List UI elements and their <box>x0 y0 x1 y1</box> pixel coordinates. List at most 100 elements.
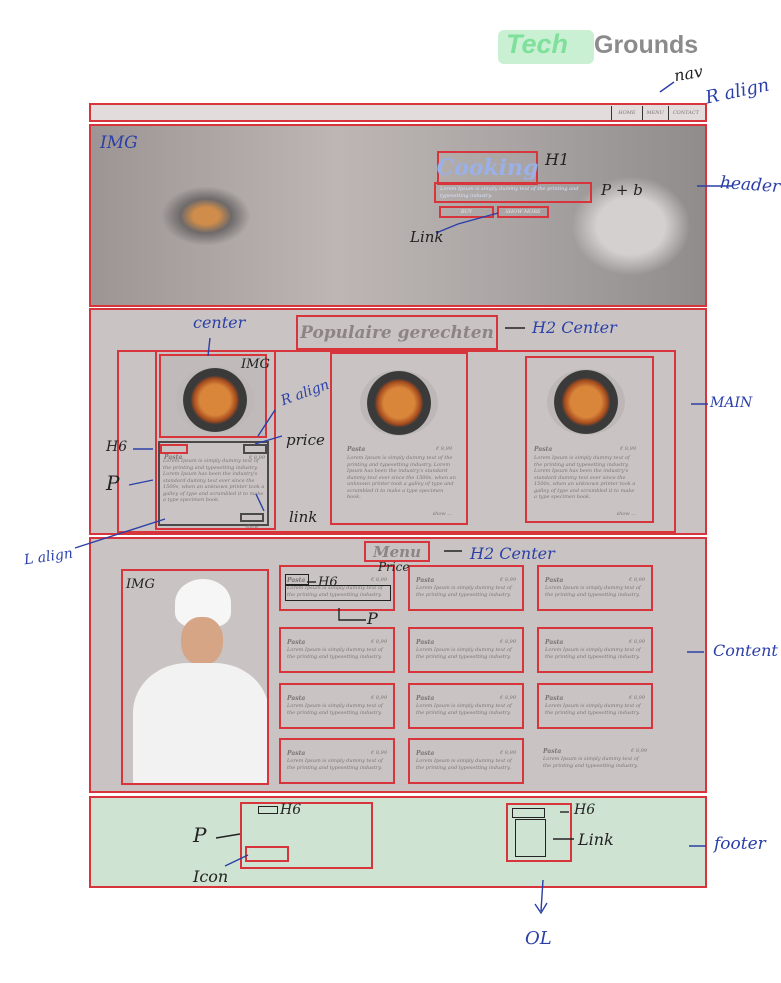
menu-item: Pasta € 8,99 Lorem Ipsum is simply dummy t… <box>537 683 653 729</box>
pasta-bowl-image <box>360 370 438 436</box>
logo-grounds: Grounds <box>594 31 699 59</box>
annotation-link-header: Link <box>410 228 444 246</box>
menu-item-title: Pasta <box>543 748 562 755</box>
menu-item-price: € 8,99 <box>500 695 516 701</box>
chef-image <box>121 569 269 785</box>
menu-h6-sketch-box <box>285 574 309 585</box>
card-1-body: Pasta € 8,99 Lorem Ipsum is simply dummy… <box>158 441 269 530</box>
annotation-content: Content <box>713 641 778 660</box>
annotation-h6-footer-2: H6 <box>574 802 596 818</box>
footer-h6-placeholder <box>258 806 278 814</box>
annotation-footer: footer <box>714 834 766 854</box>
menu-item-title: Pasta <box>416 750 435 757</box>
card-2: Pasta € 8,99 Lorem Ipsum is simply dummy… <box>330 352 468 525</box>
menu-item-text: Lorem Ipsum is simply dummy text of the … <box>416 758 512 771</box>
menu-item-title: Pasta <box>287 695 306 702</box>
main-heading: Populaire gerechten <box>296 315 498 350</box>
card-2-title: Pasta <box>347 446 366 453</box>
menu-p-sketch-box <box>285 585 391 601</box>
annotation-p: P <box>106 471 120 495</box>
menu-item-text: Lorem Ipsum is simply dummy text of the … <box>416 647 512 660</box>
header-section: Cooking Lorem Ipsum is simply dummy text… <box>89 124 707 307</box>
annotation-link-card: link <box>289 508 318 526</box>
card-1-show-link[interactable]: show <box>240 513 264 530</box>
annotation-h2-center-main: H2 Center <box>532 318 617 337</box>
menu-item-price: € 8,99 <box>631 748 647 754</box>
header-background-image <box>161 186 251 246</box>
menu-item-text: Lorem Ipsum is simply dummy text of the … <box>287 647 383 660</box>
card-2-price: € 8,99 <box>436 446 452 452</box>
menu-item-price: € 8,99 <box>500 639 516 645</box>
annotation-h2-center-menu: H2 Center <box>470 544 555 563</box>
menu-item-title: Pasta <box>545 695 564 702</box>
pasta-bowl-image <box>547 369 625 435</box>
menu-item-title: Pasta <box>416 639 435 646</box>
header-show-more-button[interactable]: SHOW MORE <box>497 206 549 218</box>
annotation-h6-menu: H6 <box>318 575 338 590</box>
menu-heading: Menu <box>364 541 430 562</box>
menu-item-price: € 8,99 <box>371 639 387 645</box>
nav-link-contact[interactable]: CONTACT <box>667 106 703 120</box>
menu-item-price: € 8,99 <box>371 577 387 583</box>
footer-ol-sketch <box>515 819 546 857</box>
annotation-price: price <box>286 431 325 449</box>
menu-item: Pasta € 8,99 Lorem Ipsum is simply dummy t… <box>537 627 653 673</box>
menu-item-price: € 8,99 <box>629 577 645 583</box>
annotation-h6: H6 <box>106 439 128 455</box>
annotation-header: header <box>719 172 781 198</box>
annotation-h6-footer: H6 <box>280 802 302 818</box>
menu-item: Pasta € 8,99 Lorem Ipsum is simply dummy t… <box>408 627 524 673</box>
annotation-img-header: IMG <box>100 133 138 153</box>
card-3: Pasta € 8,99 Lorem Ipsum is simply dummy… <box>525 356 654 523</box>
menu-item-title: Pasta <box>545 577 564 584</box>
menu-item-title: Pasta <box>287 639 306 646</box>
card-3-text: Lorem Ipsum is simply dummy text of the … <box>534 455 636 500</box>
header-tagline: Lorem Ipsum is simply dummy text of the … <box>434 182 592 203</box>
annotation-main: MAIN <box>710 395 753 411</box>
annotation-ol: OL <box>525 928 552 949</box>
annotation-p-footer: P <box>193 823 207 847</box>
nav-link-menu[interactable]: MENU <box>641 106 668 120</box>
footer-column-1 <box>240 802 373 869</box>
menu-item-text: Lorem Ipsum is simply dummy text of the … <box>287 703 383 716</box>
menu-item-title: Pasta <box>416 695 435 702</box>
annotation-h1: H1 <box>545 150 570 169</box>
logo-tech: Tech <box>506 29 569 59</box>
card-3-show-link[interactable]: show ... <box>617 511 636 517</box>
menu-item-text: Lorem Ipsum is simply dummy text of the … <box>545 703 641 716</box>
card-1-title: Pasta <box>160 444 188 461</box>
card-1-price: € 8,99 <box>243 444 267 461</box>
annotation-p-menu: P <box>367 609 378 628</box>
menu-item-price: € 8,99 <box>371 695 387 701</box>
menu-item-price: € 8,99 <box>500 750 516 756</box>
chef-face <box>181 617 223 665</box>
annotation-l-align: L align <box>23 545 74 569</box>
menu-item-title: Pasta <box>287 750 306 757</box>
card-2-show-link[interactable]: show ... <box>433 511 452 517</box>
footer-icon-box[interactable] <box>245 846 289 862</box>
menu-item-price: € 8,99 <box>371 750 387 756</box>
header-title: Cooking <box>437 151 538 185</box>
menu-item: Pasta € 8,99 Lorem Ipsum is simply dummy t… <box>279 627 395 673</box>
annotation-p-plus-b: P + b <box>601 181 643 199</box>
card-2-text: Lorem Ipsum is simply dummy text of the … <box>347 455 456 500</box>
menu-item: Pasta € 8,99 Lorem Ipsum is simply dummy t… <box>537 738 653 784</box>
header-buy-button[interactable]: BUY <box>439 206 494 218</box>
techgrounds-logo: Tech Grounds <box>498 28 703 68</box>
annotation-r-align: R align <box>703 74 772 109</box>
menu-item-text: Lorem Ipsum is simply dummy text of the … <box>545 647 641 660</box>
card-3-price: € 8,99 <box>620 446 636 452</box>
menu-item-price: € 8,99 <box>629 695 645 701</box>
annotation-icon: Icon <box>193 867 229 886</box>
nav-bar: HOME MENU CONTACT <box>89 103 707 122</box>
nav-link-home[interactable]: HOME <box>611 106 641 120</box>
menu-item-text: Lorem Ipsum is simply dummy text of the … <box>545 585 641 598</box>
menu-item-text: Lorem Ipsum is simply dummy text of the … <box>543 756 639 769</box>
menu-item: Pasta € 8,99 Lorem Ipsum is simply dummy t… <box>279 683 395 729</box>
menu-item: Pasta € 8,99 Lorem Ipsum is simply dummy t… <box>408 683 524 729</box>
menu-item-price: € 8,99 <box>629 639 645 645</box>
menu-item-title: Pasta <box>416 577 435 584</box>
menu-item: Pasta € 8,99 Lorem Ipsum is simply dummy t… <box>408 738 524 784</box>
annotation-link-footer: Link <box>578 830 614 849</box>
menu-item-text: Lorem Ipsum is simply dummy text of the … <box>416 585 512 598</box>
